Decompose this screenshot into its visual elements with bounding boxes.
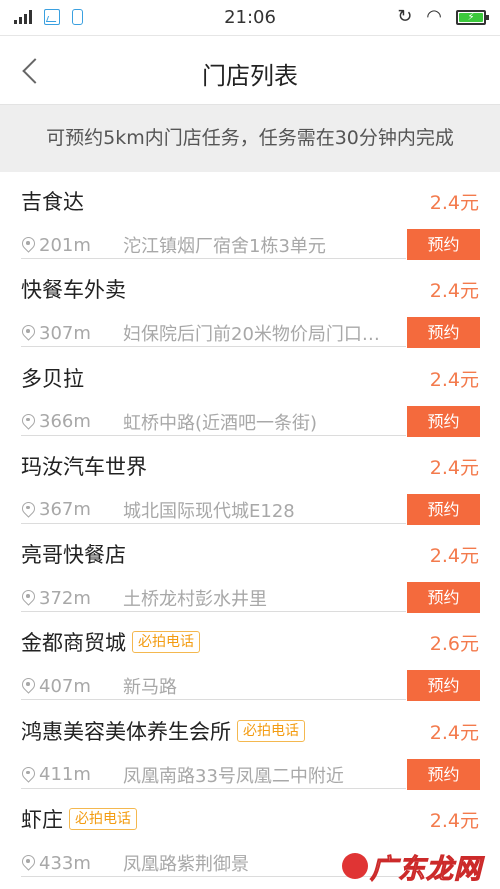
location-pin-icon (21, 237, 35, 253)
status-right-icons: ↻ ◠ ⚡ (397, 6, 489, 27)
store-price: 2.4元 (429, 545, 479, 568)
reserve-button[interactable]: 预约 (407, 582, 480, 614)
store-list-item[interactable]: 吉食达 2.4元 201m 沱江镇烟厂宿舍1栋3单元 预约 (0, 172, 500, 260)
location-pin-icon (21, 502, 35, 518)
store-address: 沱江镇烟厂宿舍1栋3单元 (123, 236, 326, 257)
reserve-button[interactable]: 预约 (407, 405, 480, 437)
reserve-button[interactable]: 预约 (407, 758, 480, 790)
store-address: 凤凰路紫荆御景 (123, 854, 249, 876)
store-address: 妇保院后门前20米物价局门口… (123, 324, 380, 346)
watermark-text: 广东龙网 (370, 854, 482, 886)
store-list-item[interactable]: 多贝拉 2.4元 366m 虹桥中路(近酒吧一条街) 预约 (0, 349, 500, 437)
page-title: 门店列表 (202, 62, 298, 90)
store-name-line: 快餐车外卖 (21, 274, 126, 304)
store-name-line: 多贝拉 (21, 363, 84, 393)
location-pin-icon (21, 855, 35, 871)
status-bar: 21:06 ↻ ◠ ⚡ (0, 0, 500, 36)
store-address: 新马路 (123, 677, 177, 699)
row-divider (21, 434, 406, 436)
row-divider (21, 611, 406, 613)
store-price: 2.4元 (429, 368, 479, 391)
store-price: 2.6元 (429, 633, 479, 656)
store-address-line: 366m 虹桥中路(近酒吧一条街) (21, 409, 317, 435)
store-price: 2.4元 (429, 280, 479, 303)
must-photo-phone-tag: 必拍电话 (69, 808, 137, 831)
store-address-line: 411m 凤凰南路33号凤凰二中附近 (21, 762, 344, 788)
store-address-line: 201m 沱江镇烟厂宿舍1栋3单元 (21, 232, 326, 258)
store-distance: 366m (39, 411, 91, 433)
store-list-item[interactable]: 亮哥快餐店 2.4元 372m 土桥龙村彭水井里 预约 (0, 525, 500, 614)
location-pin-icon (21, 325, 35, 341)
store-name: 多贝拉 (21, 366, 84, 391)
nav-bar: 门店列表 (0, 37, 500, 105)
store-name: 快餐车外卖 (21, 278, 126, 303)
store-price: 2.4元 (429, 192, 479, 214)
battery-level-fill: ⚡ (459, 12, 483, 22)
store-distance: 407m (39, 675, 91, 697)
store-address: 土桥龙村彭水井里 (123, 589, 267, 611)
row-divider (21, 699, 406, 701)
row-divider (21, 346, 406, 348)
store-address-line: 307m 妇保院后门前20米物价局门口… (21, 320, 380, 346)
store-address-line: 433m 凤凰路紫荆御景 (21, 850, 249, 876)
row-divider (21, 258, 406, 259)
store-price: 2.4元 (429, 810, 479, 833)
store-name: 玛汝汽车世界 (21, 454, 147, 479)
watermark-logo: 广东龙网 (342, 845, 492, 886)
store-distance: 201m (39, 234, 91, 256)
store-distance: 411m (39, 764, 91, 786)
location-pin-icon (21, 590, 35, 606)
store-distance: 372m (39, 587, 91, 609)
store-list-item[interactable]: 金都商贸城 必拍电话 2.6元 407m 新马路 预约 (0, 613, 500, 702)
store-name-line: 鸿惠美容美体养生会所 必拍电话 (21, 716, 305, 746)
store-price: 2.4元 (429, 721, 479, 744)
store-list-item[interactable]: 玛汝汽车世界 2.4元 367m 城北国际现代城E128 预约 (0, 437, 500, 525)
store-name-line: 亮哥快餐店 (21, 539, 126, 569)
store-address: 凤凰南路33号凤凰二中附近 (123, 765, 344, 787)
store-list: 吉食达 2.4元 201m 沱江镇烟厂宿舍1栋3单元 预约 快餐车外卖 2.4元 307m 妇保… (0, 172, 500, 878)
row-divider (21, 522, 406, 524)
store-address-line: 372m 土桥龙村彭水井里 (21, 585, 267, 611)
store-list-item[interactable]: 鸿惠美容美体养生会所 必拍电话 2.4元 411m 凤凰南路33号凤凰二中附近 预约 (0, 702, 500, 790)
store-address: 城北国际现代城E128 (123, 500, 295, 522)
store-name: 亮哥快餐店 (21, 543, 126, 568)
row-divider (21, 787, 406, 789)
reserve-button[interactable]: 预约 (407, 670, 480, 702)
watermark-icon (342, 853, 368, 879)
store-address-line: 367m 城北国际现代城E128 (21, 497, 295, 523)
location-pin-icon (21, 678, 35, 694)
location-pin-icon (21, 414, 35, 430)
store-price: 2.4元 (429, 456, 479, 479)
nfc-icon: ↻ (397, 6, 413, 27)
store-name: 金都商贸城 (21, 631, 126, 656)
must-photo-phone-tag: 必拍电话 (237, 719, 305, 742)
must-photo-phone-tag: 必拍电话 (132, 631, 200, 654)
location-pin-icon (21, 767, 35, 783)
battery-icon: ⚡ (456, 9, 489, 25)
notice-banner: 可预约5km内门店任务，任务需在30分钟内完成 (0, 105, 500, 172)
store-list-item[interactable]: 快餐车外卖 2.4元 307m 妇保院后门前20米物价局门口… 预约 (0, 260, 500, 349)
store-address-line: 407m 新马路 (21, 673, 177, 699)
reserve-button[interactable]: 预约 (407, 317, 480, 349)
store-distance: 307m (39, 322, 91, 344)
store-name-line: 玛汝汽车世界 (21, 451, 147, 481)
store-name: 吉食达 (21, 190, 84, 214)
store-distance: 367m (39, 499, 91, 521)
reserve-button[interactable]: 预约 (407, 229, 480, 260)
store-distance: 433m (39, 852, 91, 874)
store-name-line: 虾庄 必拍电话 (21, 804, 137, 834)
store-name: 虾庄 (21, 808, 63, 833)
store-name: 鸿惠美容美体养生会所 (21, 719, 231, 744)
store-address: 虹桥中路(近酒吧一条街) (123, 412, 318, 434)
store-name-line: 金都商贸城 必拍电话 (21, 627, 200, 657)
wifi-icon: ◠ (426, 6, 442, 27)
store-name-line: 吉食达 (21, 186, 84, 216)
reserve-button[interactable]: 预约 (407, 493, 480, 525)
